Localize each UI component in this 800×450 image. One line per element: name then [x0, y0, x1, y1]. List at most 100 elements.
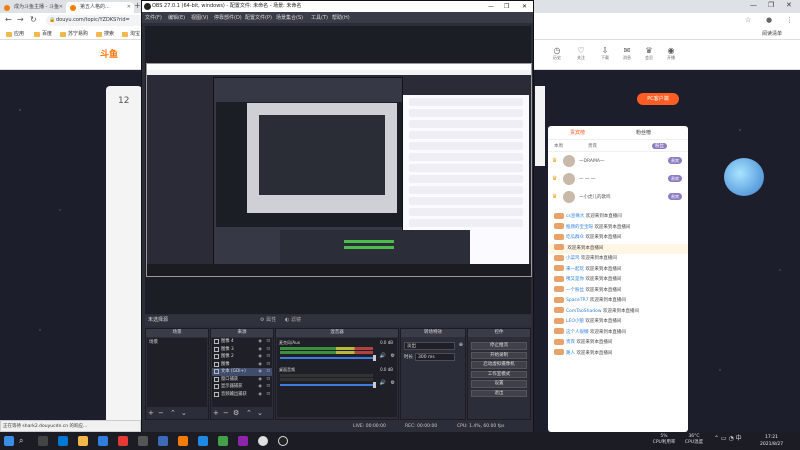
minimize-icon[interactable]: — — [750, 1, 757, 9]
chat-user[interactable]: 吃瓜群众 — [566, 235, 584, 240]
filter-vip[interactable]: 贵宾 — [588, 143, 597, 149]
tab-fan-rank[interactable]: 粉丝榜 — [636, 129, 651, 136]
maximize-icon[interactable]: ❐ — [504, 1, 509, 12]
history-icon[interactable]: ◷ 历史 — [548, 46, 566, 61]
bookmark-item[interactable]: 应用 — [6, 30, 24, 39]
control-button[interactable]: 停止推流 — [471, 342, 527, 350]
follow-icon[interactable]: ♡ 关注 — [572, 46, 590, 61]
volume-knob[interactable] — [373, 382, 376, 388]
lock-icon[interactable]: ⊡ — [266, 391, 270, 399]
chat-user[interactable]: 咦又是你 — [566, 277, 584, 282]
app-icon[interactable] — [218, 436, 228, 446]
app-icon[interactable] — [118, 436, 128, 446]
volume-slider[interactable] — [280, 384, 373, 386]
lock-icon[interactable]: ⊡ — [266, 368, 270, 376]
source-item[interactable]: 显示器捕获 ◉ ⊡ — [212, 383, 272, 391]
app-icon[interactable] — [98, 436, 108, 446]
eye-icon[interactable]: ◉ — [258, 338, 262, 346]
tab-vip-rank[interactable]: 贵宾榜 — [570, 129, 585, 136]
bookmark-item[interactable]: 苏宁易购 — [60, 30, 88, 39]
gear-icon[interactable]: ⚙ — [391, 353, 395, 359]
chat-user[interactable]: ComTaoShadow — [566, 309, 602, 314]
transition-select[interactable]: 淡出 — [404, 342, 455, 350]
bookmark-item[interactable]: 搜索 — [96, 30, 114, 39]
properties-button[interactable]: ⚙ 属性 — [260, 315, 276, 326]
duration-input[interactable]: 300 ms — [415, 353, 455, 361]
app-icon[interactable] — [178, 436, 188, 446]
edge-icon[interactable] — [58, 436, 68, 446]
download-icon[interactable]: ⇩ 下载 — [596, 46, 614, 61]
control-button[interactable]: 开始录制 — [471, 351, 527, 359]
url-input[interactable]: 🔒 douyu.com/topic/YZDKS?rid= — [46, 15, 146, 26]
add-icon[interactable]: + — [213, 409, 219, 417]
search-icon[interactable]: ⌕ — [19, 436, 23, 446]
lock-icon[interactable]: ⊡ — [266, 353, 270, 361]
chat-user[interactable]: 来一起玩 — [566, 267, 584, 272]
eye-icon[interactable]: ◉ — [258, 368, 262, 376]
source-item[interactable]: 图像 3 ◉ ⊡ — [212, 346, 272, 354]
bookmark-item[interactable]: 淘宝 — [122, 30, 140, 39]
lock-icon[interactable]: ⊡ — [266, 361, 270, 369]
broadcast-icon[interactable]: ◉ 开播 — [662, 46, 680, 61]
eye-icon[interactable]: ◉ — [258, 383, 262, 391]
control-button[interactable]: 工作室模式 — [471, 370, 527, 378]
lock-icon[interactable]: ⊡ — [266, 338, 270, 346]
close-icon[interactable]: ✕ — [127, 2, 131, 13]
filter-week[interactable]: 本周 — [554, 143, 563, 149]
minimize-icon[interactable]: — — [488, 1, 494, 12]
gear-icon[interactable]: ⚙ — [233, 409, 239, 417]
scene-item[interactable]: 场景 — [147, 338, 207, 346]
source-item[interactable]: 文本 (GDI+) ◉ ⊡ — [212, 368, 272, 376]
source-item[interactable]: 图像 2 ◉ ⊡ — [212, 353, 272, 361]
tray-icons[interactable]: ⌃ ▭ ◔ 中 — [714, 436, 742, 442]
reading-list[interactable]: 阅读清单 — [762, 30, 782, 39]
eye-icon[interactable]: ◉ — [258, 346, 262, 354]
control-button[interactable]: 退出 — [471, 389, 527, 397]
pc-client-button[interactable]: PC客户端 — [637, 93, 679, 105]
control-button[interactable]: 设置 — [471, 380, 527, 388]
move-down-icon[interactable]: ⌄ — [181, 409, 187, 417]
reload-icon[interactable]: ↻ — [30, 15, 37, 24]
menu-edit[interactable]: 编辑(E) — [168, 14, 185, 21]
lock-icon[interactable]: ⊡ — [266, 376, 270, 384]
eye-icon[interactable]: ◉ — [258, 361, 262, 369]
source-item[interactable]: 窗口捕获 ◉ ⊡ — [212, 376, 272, 384]
chat-user[interactable]: 一个粉丝 — [566, 288, 584, 293]
menu-icon[interactable]: ⋮ — [786, 16, 793, 24]
filters-button[interactable]: ◐ 滤镜 — [285, 315, 301, 326]
menu-view[interactable]: 视图(V) — [191, 14, 208, 21]
new-tab-icon[interactable]: + — [134, 1, 141, 10]
message-icon[interactable]: ✉ 消息 — [618, 46, 636, 61]
move-up-icon[interactable]: ⌃ — [170, 409, 176, 417]
remove-icon[interactable]: − — [158, 409, 164, 417]
star-icon[interactable]: ☆ — [745, 16, 751, 24]
close-icon[interactable]: ✕ — [522, 1, 527, 12]
rank-item[interactable]: ♛ 一 一 一 贵宾 — [548, 170, 688, 188]
browser-tab-2[interactable]: 第五人格的... ✕ — [66, 2, 134, 13]
menu-help[interactable]: 帮助(H) — [332, 14, 350, 21]
control-button[interactable]: 启动虚拟摄像机 — [471, 361, 527, 369]
menu-docks[interactable]: 停靠部件(D) — [214, 14, 242, 21]
eye-icon[interactable]: ◉ — [258, 376, 262, 384]
browser-tab-1[interactable]: 成为斗鱼主播 - 斗鱼 ✕ — [0, 2, 66, 13]
move-down-icon[interactable]: ⌄ — [257, 409, 263, 417]
app-icon[interactable] — [158, 436, 168, 446]
lock-icon[interactable]: ⊡ — [266, 346, 270, 354]
close-icon[interactable]: ✕ — [59, 2, 63, 13]
filter-fans[interactable]: 粉丝 — [652, 143, 667, 149]
remove-icon[interactable]: − — [223, 409, 229, 417]
menu-profile[interactable]: 配置文件(P) — [245, 14, 272, 21]
chat-user[interactable]: 瓶颈的宝宝呀 — [566, 225, 593, 230]
chat-user[interactable]: LEO小狼 — [566, 319, 584, 324]
rank-item[interactable]: ♛ 一小虎儿的歌鸣 贵宾 — [548, 188, 688, 206]
add-icon[interactable]: ⊕ — [459, 342, 463, 348]
task-view-icon[interactable] — [38, 436, 48, 446]
close-window-icon[interactable]: ✕ — [786, 1, 792, 9]
source-item[interactable]: 图像 4 ◉ ⊡ — [212, 338, 272, 346]
move-up-icon[interactable]: ⌃ — [246, 409, 252, 417]
chat-user[interactable]: 小菜鸡 — [566, 256, 580, 261]
source-item[interactable]: 音频输出捕获 ◉ ⊡ — [212, 391, 272, 399]
chat-user[interactable]: 贵宾 — [566, 340, 575, 345]
rank-item[interactable]: ♛ 一DRAMA一 贵宾 — [548, 152, 688, 170]
bookmark-item[interactable]: 百度 — [34, 30, 52, 39]
